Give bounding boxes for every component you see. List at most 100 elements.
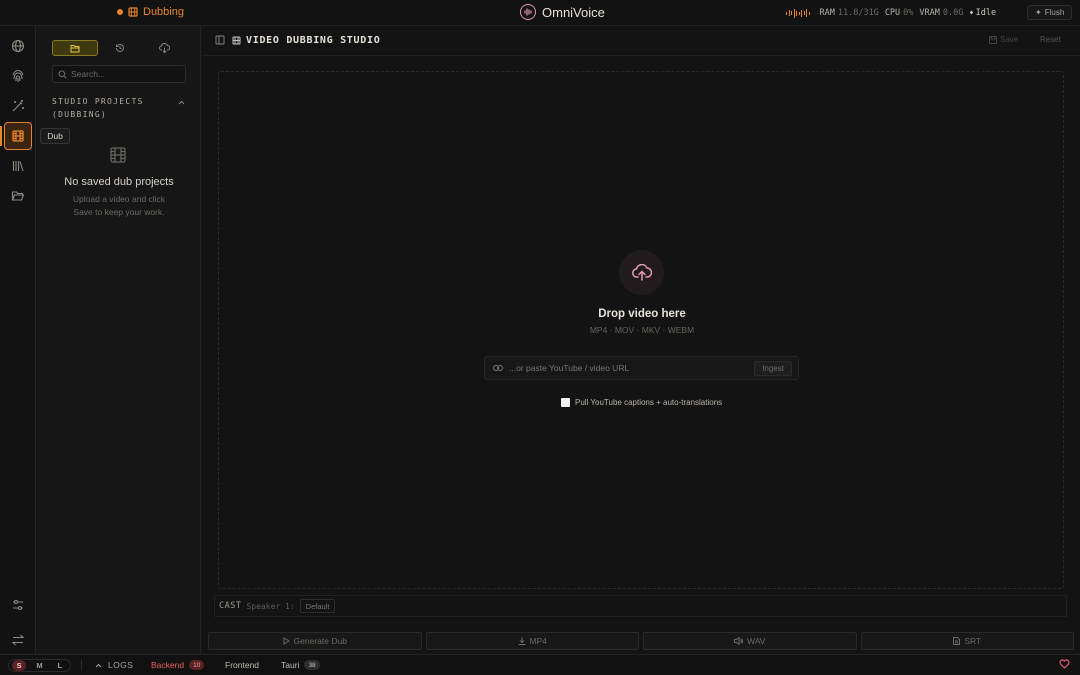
size-toggle: S M L	[8, 659, 71, 672]
wav-label: WAV	[747, 636, 766, 646]
drop-title: Drop video here	[598, 308, 686, 320]
srt-label: SRT	[964, 636, 982, 646]
page-title: VIDEO DUBBING STUDIO	[232, 35, 380, 46]
app-name: OmniVoice	[542, 4, 605, 20]
vram-label: VRAM	[919, 8, 940, 18]
resource-stats: RAM 11.8/31G CPU 0% VRAM 0.0G ♦ Idle	[786, 8, 996, 18]
size-large[interactable]: L	[53, 660, 67, 671]
sidebar-toggle-icon[interactable]	[215, 35, 225, 45]
folder-open-icon[interactable]	[9, 187, 27, 205]
video-url-input[interactable]	[509, 363, 749, 373]
tab-history[interactable]	[98, 40, 142, 56]
film-icon[interactable]	[4, 122, 32, 150]
page-title-text: VIDEO DUBBING STUDIO	[246, 35, 381, 46]
status-bar: S M L LOGS Backend 10 Frontend Tauri 38	[0, 654, 1080, 675]
cast-bar: CAST Speaker 1: Default	[214, 595, 1067, 617]
captions-checkbox[interactable]	[561, 398, 570, 407]
empty-subtitle: Upload a video and click Save to keep yo…	[37, 193, 201, 219]
breadcrumb-label: Dubbing	[143, 6, 184, 18]
save-icon	[989, 35, 997, 44]
tab-projects[interactable]	[52, 40, 98, 56]
backend-label: Backend	[151, 660, 185, 670]
action-bar: Generate Dub MP4 WAV SRT	[208, 632, 1074, 650]
main-header: VIDEO DUBBING STUDIO Save Reset	[202, 26, 1080, 56]
sliders-icon[interactable]	[9, 596, 27, 614]
flush-button[interactable]: ✦ Flush	[1027, 5, 1073, 20]
empty-subtitle-text: Upload a video and click Save to keep yo…	[72, 194, 166, 217]
globe-icon[interactable]	[9, 37, 27, 55]
vram-value: 0.0G	[942, 8, 964, 18]
project-search[interactable]	[52, 65, 186, 83]
save-label: Save	[1000, 35, 1019, 44]
tauri-label: Tauri	[281, 660, 300, 670]
active-indicator	[0, 126, 2, 146]
cpu-label: CPU	[884, 8, 901, 18]
captions-label: Pull YouTube captions + auto-translation…	[575, 398, 723, 407]
film-icon	[128, 7, 138, 17]
engine-status: Idle	[975, 8, 997, 18]
chevron-up-icon	[95, 663, 102, 668]
export-mp4-button[interactable]: MP4	[425, 632, 639, 650]
history-icon	[115, 43, 125, 53]
save-button[interactable]: Save	[989, 35, 1018, 44]
tauri-logs-tab[interactable]: Tauri 38	[281, 660, 320, 670]
generate-dub-button[interactable]: Generate Dub	[208, 632, 422, 650]
speaker-icon	[734, 637, 744, 645]
ram-value: 11.8/31G	[837, 8, 879, 18]
section-title: STUDIO PROJECTS (DUBBING)	[52, 97, 144, 119]
idle-indicator-icon: ♦	[969, 9, 974, 17]
cast-label: CAST	[219, 601, 242, 611]
download-icon	[518, 637, 526, 645]
fingerprint-icon[interactable]	[9, 67, 27, 85]
projects-tabs	[52, 40, 186, 56]
reset-button[interactable]: Reset	[1040, 35, 1061, 44]
nav-rail	[0, 26, 36, 654]
film-icon	[232, 36, 241, 45]
tab-cloud[interactable]	[142, 40, 186, 56]
library-icon[interactable]	[9, 157, 27, 175]
size-medium[interactable]: M	[32, 660, 46, 671]
empty-title: No saved dub projects	[64, 176, 174, 188]
backend-logs-tab[interactable]: Backend 10	[151, 660, 205, 670]
swap-icon[interactable]	[9, 631, 27, 649]
ingest-button[interactable]: Ingest	[754, 360, 792, 376]
app-brand: OmniVoice	[520, 4, 605, 20]
divider	[81, 660, 82, 671]
generate-dub-label: Generate Dub	[293, 636, 347, 646]
main-area: VIDEO DUBBING STUDIO Save Reset Drop vid…	[202, 26, 1080, 654]
status-dot	[117, 9, 123, 15]
magic-wand-icon[interactable]	[9, 97, 27, 115]
supported-formats: MP4 · MOV · MKV · WEBM	[589, 325, 695, 335]
cpu-value: 0%	[903, 8, 914, 18]
search-input[interactable]	[71, 69, 181, 79]
heart-icon[interactable]	[1059, 659, 1070, 669]
video-dropzone[interactable]: Drop video here MP4 · MOV · MKV · WEBM I…	[218, 71, 1064, 589]
backend-count-badge: 10	[189, 660, 205, 670]
sparkle-icon: ✦	[1035, 8, 1042, 17]
top-bar: Dubbing OmniVoice RAM 11.8/31G CPU 0% VR…	[0, 0, 1080, 26]
chevron-up-icon[interactable]	[178, 100, 185, 105]
document-icon	[953, 637, 961, 645]
search-icon	[58, 69, 67, 79]
rail-tooltip: Dub	[40, 128, 70, 144]
export-wav-button[interactable]: WAV	[643, 632, 857, 650]
speaker-voice-select[interactable]: Default	[299, 599, 336, 613]
link-icon	[493, 364, 503, 372]
ram-label: RAM	[819, 8, 835, 18]
size-small[interactable]: S	[12, 660, 27, 671]
logs-toggle[interactable]: LOGS	[95, 660, 133, 670]
projects-panel: STUDIO PROJECTS (DUBBING) No saved dub p…	[37, 26, 201, 654]
empty-film-icon	[109, 146, 127, 164]
url-input-row: Ingest	[484, 356, 799, 380]
breadcrumb[interactable]: Dubbing	[117, 6, 184, 18]
tauri-count-badge: 38	[304, 660, 320, 670]
logs-label: LOGS	[108, 660, 134, 670]
voice-logo-icon	[520, 4, 536, 20]
frontend-logs-tab[interactable]: Frontend	[225, 660, 259, 670]
cloud-download-icon	[158, 43, 170, 53]
export-srt-button[interactable]: SRT	[860, 632, 1074, 650]
captions-option[interactable]: Pull YouTube captions + auto-translation…	[561, 398, 722, 407]
flush-label: Flush	[1044, 8, 1065, 17]
cloud-upload-icon	[619, 250, 664, 295]
speaker-label: Speaker 1:	[246, 601, 295, 611]
